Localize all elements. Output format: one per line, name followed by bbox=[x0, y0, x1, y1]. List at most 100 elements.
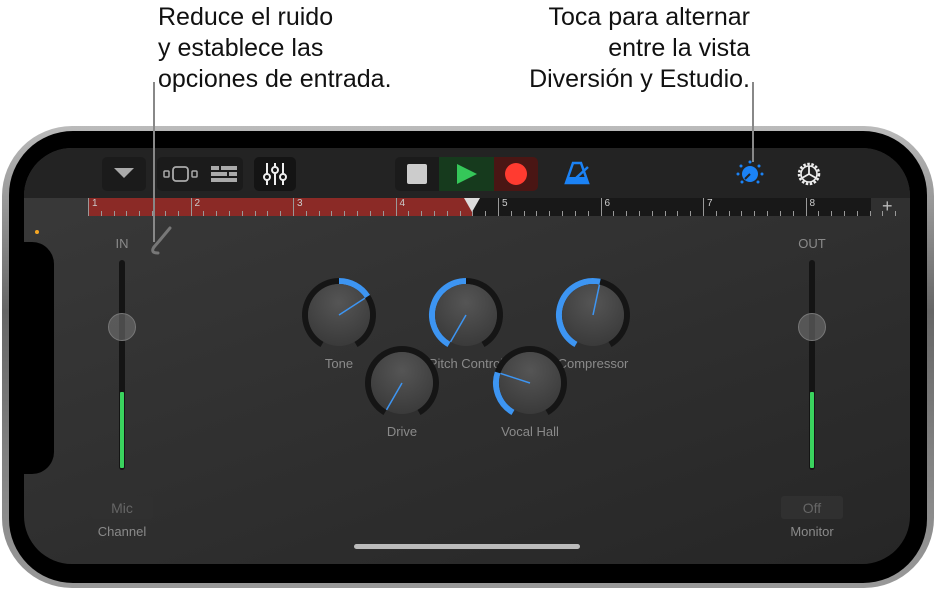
ruler-tick bbox=[754, 211, 756, 216]
ruler-tick bbox=[164, 211, 166, 216]
ruler-tick bbox=[741, 211, 743, 216]
ruler-tick bbox=[856, 211, 858, 216]
ruler-tick bbox=[293, 198, 294, 216]
ruler-tick bbox=[395, 198, 397, 216]
fun-studio-toggle-icon[interactable] bbox=[736, 160, 764, 186]
knob-label: Drive bbox=[386, 424, 418, 439]
input-slider-thumb[interactable] bbox=[108, 313, 136, 342]
ruler-tick bbox=[703, 198, 704, 216]
ruler-tick bbox=[216, 211, 218, 216]
mixer-button[interactable] bbox=[254, 157, 296, 191]
callout-line: Toca para alternar bbox=[548, 3, 750, 31]
bar-number: 5 bbox=[502, 198, 508, 209]
ruler-tick bbox=[241, 211, 243, 216]
ruler-tick bbox=[587, 211, 589, 216]
callout-line: Reduce el ruido bbox=[158, 3, 334, 31]
callout-leader-left bbox=[153, 82, 155, 242]
knob-dial[interactable] bbox=[485, 338, 575, 428]
ruler-tick bbox=[549, 211, 551, 216]
view-buttons bbox=[157, 157, 243, 191]
ruler-tick bbox=[843, 211, 845, 216]
add-section-button[interactable]: + bbox=[882, 196, 893, 217]
track-list-icon[interactable] bbox=[211, 165, 237, 183]
ruler-tick bbox=[203, 211, 205, 216]
control-bar bbox=[24, 148, 910, 198]
ruler-tick bbox=[88, 198, 89, 216]
ruler-tick bbox=[651, 211, 653, 216]
ruler-tick bbox=[100, 211, 102, 216]
ruler-tick bbox=[267, 211, 269, 216]
ruler-tick bbox=[126, 211, 128, 216]
home-indicator bbox=[354, 544, 580, 549]
ruler-tick bbox=[357, 211, 359, 216]
record-icon bbox=[505, 163, 527, 185]
metronome-icon[interactable] bbox=[564, 161, 590, 185]
in-label: IN bbox=[115, 236, 129, 251]
ruler-tick bbox=[498, 198, 499, 216]
ruler-tick bbox=[331, 211, 333, 216]
screen: 1 2 3 4 5 6 7 8 + IN Mic Channel OUT Off Monito… bbox=[24, 148, 910, 564]
bar-number: 4 bbox=[399, 198, 406, 209]
ruler-tick bbox=[305, 211, 307, 216]
dropdown-icon bbox=[114, 168, 134, 178]
timeline-ruler[interactable]: 1 2 3 4 5 6 7 8 bbox=[88, 198, 897, 216]
browser-button[interactable] bbox=[102, 157, 146, 191]
knob-dial[interactable] bbox=[357, 338, 447, 428]
ruler-tick bbox=[459, 211, 461, 216]
callout-noise-gate: Reduce el ruido y establece las opciones… bbox=[158, 2, 392, 95]
bar-number: 1 bbox=[92, 198, 98, 209]
ruler-tick bbox=[344, 211, 346, 216]
ruler-tick bbox=[767, 211, 769, 216]
output-level-meter bbox=[810, 392, 814, 468]
ruler-tick bbox=[638, 211, 640, 216]
knob-label: Vocal Hall bbox=[501, 424, 559, 439]
ruler-tick bbox=[254, 211, 256, 216]
ruler-tick bbox=[446, 211, 448, 216]
sensor-notch bbox=[24, 242, 54, 474]
play-button[interactable] bbox=[439, 157, 494, 191]
callout-line: y establece las bbox=[158, 34, 324, 62]
channel-button[interactable]: Mic bbox=[91, 496, 153, 519]
playhead[interactable] bbox=[464, 198, 481, 212]
ruler-tick bbox=[728, 211, 730, 216]
ruler-tick bbox=[664, 211, 666, 216]
ruler-tick bbox=[792, 211, 794, 216]
ruler-tick bbox=[626, 211, 628, 216]
ruler-tick bbox=[779, 211, 781, 216]
ruler-tick bbox=[613, 211, 615, 216]
ruler-tick bbox=[280, 211, 282, 216]
ruler-tick bbox=[818, 211, 820, 216]
mixer-icon bbox=[263, 163, 287, 185]
ruler-tick bbox=[831, 211, 833, 216]
ruler-tick bbox=[895, 211, 897, 216]
out-label: OUT bbox=[798, 236, 826, 251]
ruler-tick bbox=[408, 211, 410, 216]
ruler-tick bbox=[510, 211, 512, 216]
recording-indicator bbox=[35, 230, 39, 234]
knob-vocal-hall[interactable]: Vocal Hall bbox=[485, 338, 575, 458]
callout-leader-right bbox=[752, 82, 754, 162]
tracks-view-icon[interactable] bbox=[163, 165, 199, 183]
settings-icon[interactable] bbox=[796, 161, 822, 187]
monitor-button[interactable]: Off bbox=[781, 496, 843, 519]
output-slider-thumb[interactable] bbox=[798, 313, 826, 342]
noise-gate-icon[interactable] bbox=[148, 225, 174, 255]
ruler-tick bbox=[177, 211, 179, 216]
knob-drive[interactable]: Drive bbox=[357, 338, 447, 458]
ruler-tick bbox=[113, 211, 115, 216]
record-button[interactable] bbox=[494, 157, 538, 191]
stop-icon bbox=[407, 164, 427, 184]
callout-line: opciones de entrada. bbox=[158, 65, 392, 93]
callout-line: Diversión y Estudio. bbox=[529, 65, 750, 93]
ruler-tick bbox=[536, 211, 538, 216]
ruler-tick bbox=[690, 211, 692, 216]
callout-view-toggle: Toca para alternar entre la vista Divers… bbox=[529, 2, 750, 95]
bar-number: 8 bbox=[809, 198, 816, 209]
channel-label: Channel bbox=[97, 524, 147, 539]
ruler-tick bbox=[869, 211, 871, 216]
bar-number: 6 bbox=[604, 198, 611, 209]
ruler-tick bbox=[523, 211, 525, 216]
ruler-tick bbox=[228, 211, 230, 216]
stop-button[interactable] bbox=[395, 157, 439, 191]
ruler-tick bbox=[715, 211, 717, 216]
